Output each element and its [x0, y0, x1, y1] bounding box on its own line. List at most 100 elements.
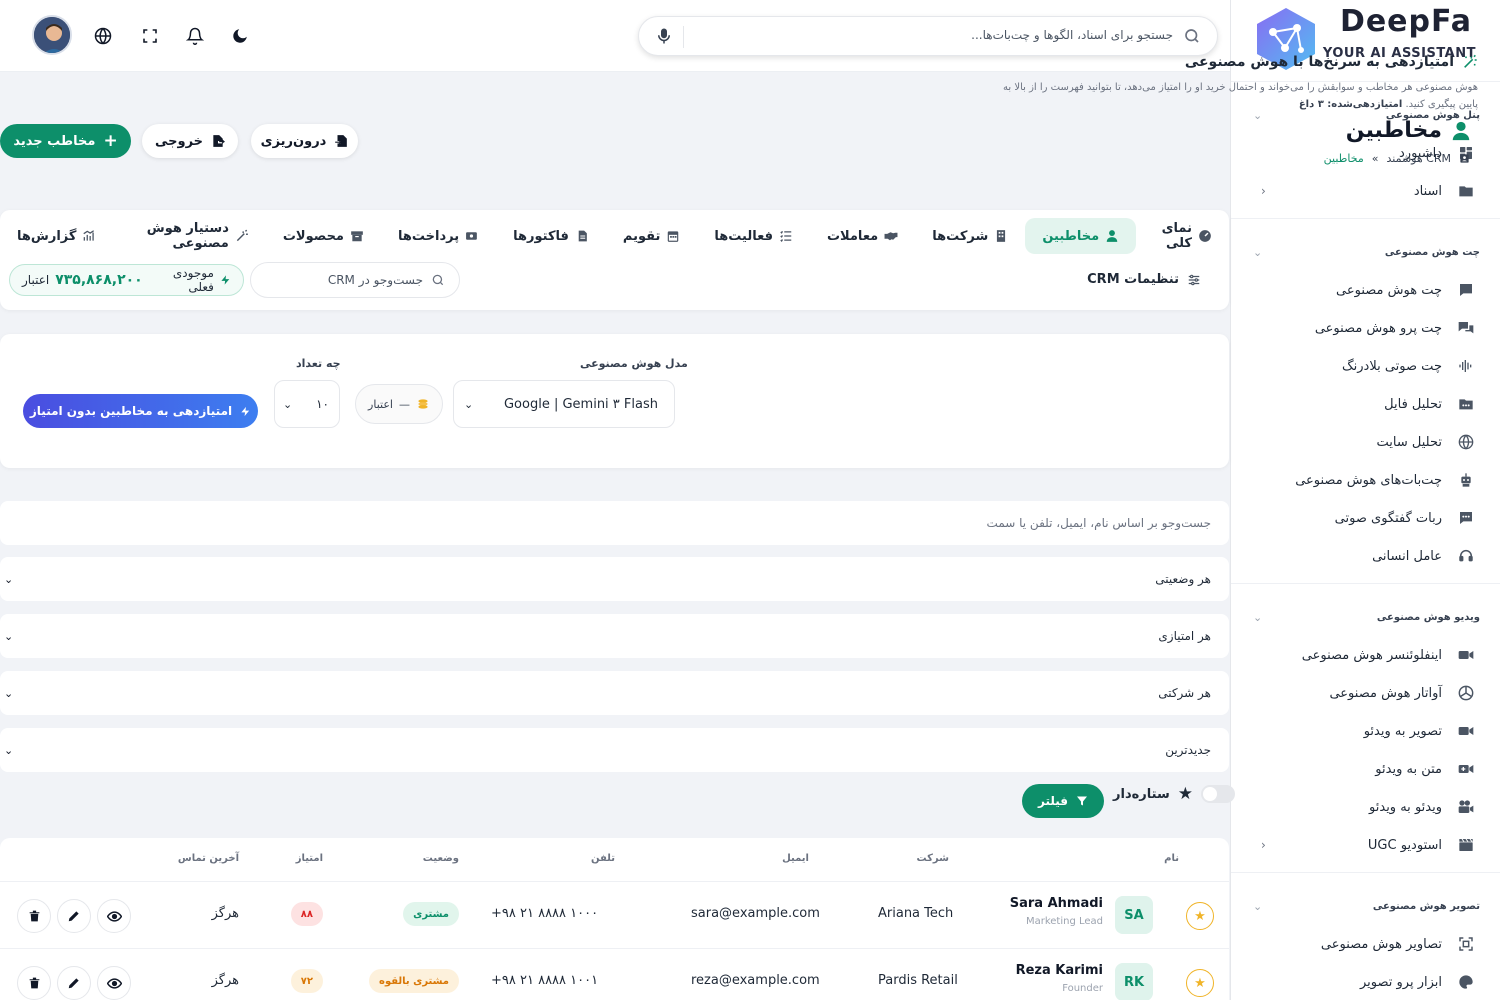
sidebar-item-label: چت هوش مصنوعی: [1336, 282, 1442, 298]
header-phone[interactable]: تلفن: [591, 853, 615, 864]
search-divider: [683, 26, 684, 48]
sidebar-item[interactable]: چت هوش مصنوعی: [1231, 271, 1500, 309]
view-eye-icon[interactable]: [97, 899, 131, 933]
header-company[interactable]: شرکت: [917, 853, 949, 864]
sidebar-item[interactable]: چت صوتی بلادرنگ: [1231, 347, 1500, 385]
contact-initials-avatar: SA: [1115, 896, 1153, 934]
sidebar-item[interactable]: چت پرو هوش مصنوعی: [1231, 309, 1500, 347]
export-button[interactable]: خروجی: [142, 124, 238, 158]
score-filter-select[interactable]: هر امتیازی ⌄: [0, 614, 1229, 658]
header-email[interactable]: ایمیل: [782, 853, 809, 864]
crm-settings-label: تنظیمات CRM: [1087, 272, 1179, 287]
status-filter-value: هر وضعیتی: [1155, 572, 1211, 586]
company-filter-select[interactable]: هر شرکتی ⌄: [0, 671, 1229, 715]
page-title: مخاطبین: [1346, 118, 1472, 143]
contact-name-cell[interactable]: Sara Ahmadi Marketing Lead: [1010, 896, 1103, 927]
header-status[interactable]: وضعیت: [423, 853, 459, 864]
contact-company: Pardis Retail: [878, 973, 958, 988]
edit-pencil-icon[interactable]: [57, 966, 91, 1000]
breadcrumb-root[interactable]: CRM هوشمند: [1387, 152, 1451, 165]
tab-item[interactable]: فاکتورها: [496, 218, 606, 254]
sidebar-item[interactable]: عامل انسانی: [1231, 537, 1500, 575]
brand-name: DeepFa: [1339, 4, 1472, 39]
crm-settings-button[interactable]: تنظیمات CRM: [1087, 272, 1201, 287]
filter-button[interactable]: فیلتر: [1022, 784, 1104, 818]
sidebar-item[interactable]: اینفلوئنسر هوش مصنوعی: [1231, 636, 1500, 674]
global-search-bar[interactable]: جستجو برای اسناد، الگوها و چت‌بات‌ها...: [638, 16, 1218, 56]
crm-tabs-card: نمای کلی مخاطبین شرکت‌ها معاملات فعالیت‌ها تق…: [0, 210, 1229, 310]
import-button[interactable]: درون‌ریزی: [251, 124, 358, 158]
star-toggle-icon[interactable]: ★: [1186, 902, 1214, 930]
sidebar-item[interactable]: ربات گفتگوی صوتی: [1231, 499, 1500, 537]
contact-name: Sara Ahmadi: [1009, 896, 1103, 911]
tab-item[interactable]: فعالیت‌ها: [697, 218, 810, 254]
table-row[interactable]: ★ RK Reza Karimi Founder Pardis Retail r…: [0, 949, 1229, 1000]
tab-item[interactable]: پرداخت‌ها: [381, 218, 496, 254]
score-contacts-button[interactable]: امتیازدهی به مخاطبین بدون امتیاز: [23, 394, 258, 428]
count-select[interactable]: ⌄ ۱۰: [274, 380, 340, 428]
sidebar-item[interactable]: تصویر به ویدئو: [1231, 712, 1500, 750]
header-score[interactable]: امتیاز: [296, 853, 323, 864]
sidebar-section-header[interactable]: چت هوش مصنوعی ⌄: [1231, 233, 1500, 271]
tab-label: معاملات: [826, 228, 879, 244]
sidebar-item[interactable]: چت‌بات‌های هوش مصنوعی: [1231, 461, 1500, 499]
view-eye-icon[interactable]: [97, 966, 131, 1000]
tab-item[interactable]: تقویم: [606, 218, 697, 254]
crm-search-input[interactable]: جست‌وجو در CRM: [250, 262, 460, 298]
contact-role: Marketing Lead: [1025, 916, 1103, 927]
edit-pencil-icon[interactable]: [57, 899, 91, 933]
new-contact-button[interactable]: + مخاطب جدید: [0, 124, 131, 158]
sidebar-item[interactable]: استودیو UGC ‹: [1231, 826, 1500, 864]
notification-bell-icon[interactable]: [185, 26, 205, 46]
contact-name-cell[interactable]: Reza Karimi Founder: [1016, 963, 1103, 994]
sidebar-item[interactable]: ابزار پرو تصویر: [1231, 963, 1500, 1000]
sidebar-item[interactable]: آواتار هوش مصنوعی: [1231, 674, 1500, 712]
table-row[interactable]: ★ SA Sara Ahmadi Marketing Lead Ariana T…: [0, 882, 1229, 949]
starred-toggle[interactable]: ★ ستاره‌دار: [1113, 784, 1235, 804]
header-name[interactable]: نام: [1164, 853, 1179, 864]
file-analysis-icon: [1456, 394, 1476, 414]
crm-tabs: نمای کلی مخاطبین شرکت‌ها معاملات فعالیت‌ها تق…: [0, 218, 1229, 254]
ai-model-select[interactable]: ⌄ Google | Gemini ۳ Flash: [453, 380, 675, 428]
sidebar-item[interactable]: متن به ویدئو: [1231, 750, 1500, 788]
activity-list-icon: [779, 229, 793, 243]
sidebar-item[interactable]: تحلیل سایت: [1231, 423, 1500, 461]
model-label: مدل هوش مصنوعی: [580, 357, 688, 370]
avatar[interactable]: [32, 15, 72, 55]
fullscreen-icon[interactable]: [140, 26, 160, 46]
sort-value: جدیدترین: [1165, 743, 1211, 757]
tab-item[interactable]: مخاطبین: [1025, 218, 1137, 254]
magic-wand-icon: [235, 229, 249, 243]
sort-select[interactable]: جدیدترین ⌄: [0, 728, 1229, 772]
sidebar-item[interactable]: اسناد ‹: [1231, 172, 1500, 210]
sidebar-collapse-button[interactable]: ›: [1231, 22, 1241, 50]
tab-label: محصولات: [282, 228, 344, 244]
star-toggle-icon[interactable]: ★: [1186, 969, 1214, 997]
delete-trash-icon[interactable]: [17, 899, 51, 933]
microphone-icon[interactable]: [655, 27, 673, 45]
global-search-input[interactable]: جستجو برای اسناد، الگوها و چت‌بات‌ها...: [971, 28, 1173, 42]
sidebar-item-label: آواتار هوش مصنوعی: [1329, 685, 1442, 701]
starred-switch[interactable]: [1201, 785, 1235, 803]
tab-item[interactable]: دستیار هوش مصنوعی: [113, 218, 265, 254]
contact-search-input[interactable]: جست‌وجو بر اساس نام، ایمیل، تلفن یا سمت: [0, 501, 1229, 545]
dark-mode-moon-icon[interactable]: [230, 26, 250, 46]
sidebar-item[interactable]: ویدئو به ویدئو: [1231, 788, 1500, 826]
header-last-contact[interactable]: آخرین تماس: [178, 853, 239, 864]
sidebar-section-header[interactable]: تصویر هوش مصنوعی ⌄: [1231, 887, 1500, 925]
sidebar-section-header[interactable]: ویدیو هوش مصنوعی ⌄: [1231, 598, 1500, 636]
tab-item[interactable]: شرکت‌ها: [915, 218, 1025, 254]
tab-item[interactable]: گزارش‌ها: [0, 218, 113, 254]
tab-item[interactable]: معاملات: [810, 218, 915, 254]
language-globe-icon[interactable]: [93, 26, 113, 46]
status-filter-select[interactable]: هر وضعیتی ⌄: [0, 557, 1229, 601]
tab-item[interactable]: محصولات: [266, 218, 381, 254]
delete-trash-icon[interactable]: [17, 966, 51, 1000]
sidebar-item[interactable]: تصاویر هوش مصنوعی: [1231, 925, 1500, 963]
tab-item[interactable]: نمای کلی: [1136, 218, 1229, 254]
last-contact: هرگز: [211, 973, 239, 988]
breadcrumb: CRM هوشمند » مخاطبین: [1324, 152, 1470, 165]
chart-icon: [82, 229, 96, 243]
palette-icon: [1456, 972, 1476, 992]
sidebar-item[interactable]: تحلیل فایل: [1231, 385, 1500, 423]
